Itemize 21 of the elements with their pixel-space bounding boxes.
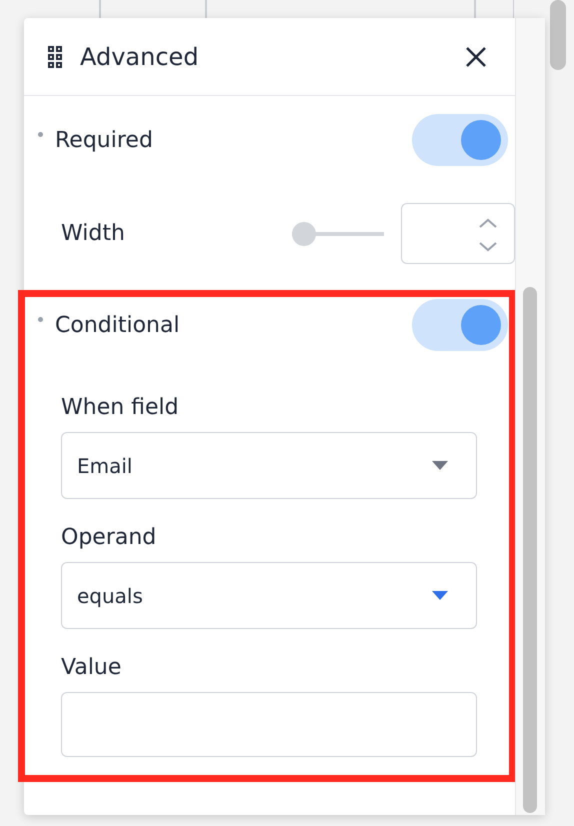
field-label: Operand [61,526,158,550]
field-label: Value [61,656,122,680]
toggle-switch[interactable] [412,114,508,166]
panel-title: Advanced [80,42,200,70]
spinner-icon[interactable] [478,217,498,253]
grip-icon[interactable] [48,46,62,68]
field-label: When field [61,396,180,420]
setting-label: Conditional [55,312,181,338]
setting-label: Required [55,128,154,152]
scrollbar-thumb[interactable] [523,287,537,813]
toggle-switch[interactable] [412,299,508,351]
setting-label: Width [61,221,126,246]
close-button[interactable] [465,46,487,68]
number-field[interactable] [401,203,515,264]
dropdown[interactable]: Email [61,432,477,499]
dropdown[interactable]: equals [61,562,477,629]
input-field[interactable] [61,692,477,757]
slider-thumb[interactable] [292,222,316,246]
bullet-icon [38,132,43,137]
scrollbar-thumb[interactable] [550,0,566,70]
bullet-icon [38,317,43,322]
